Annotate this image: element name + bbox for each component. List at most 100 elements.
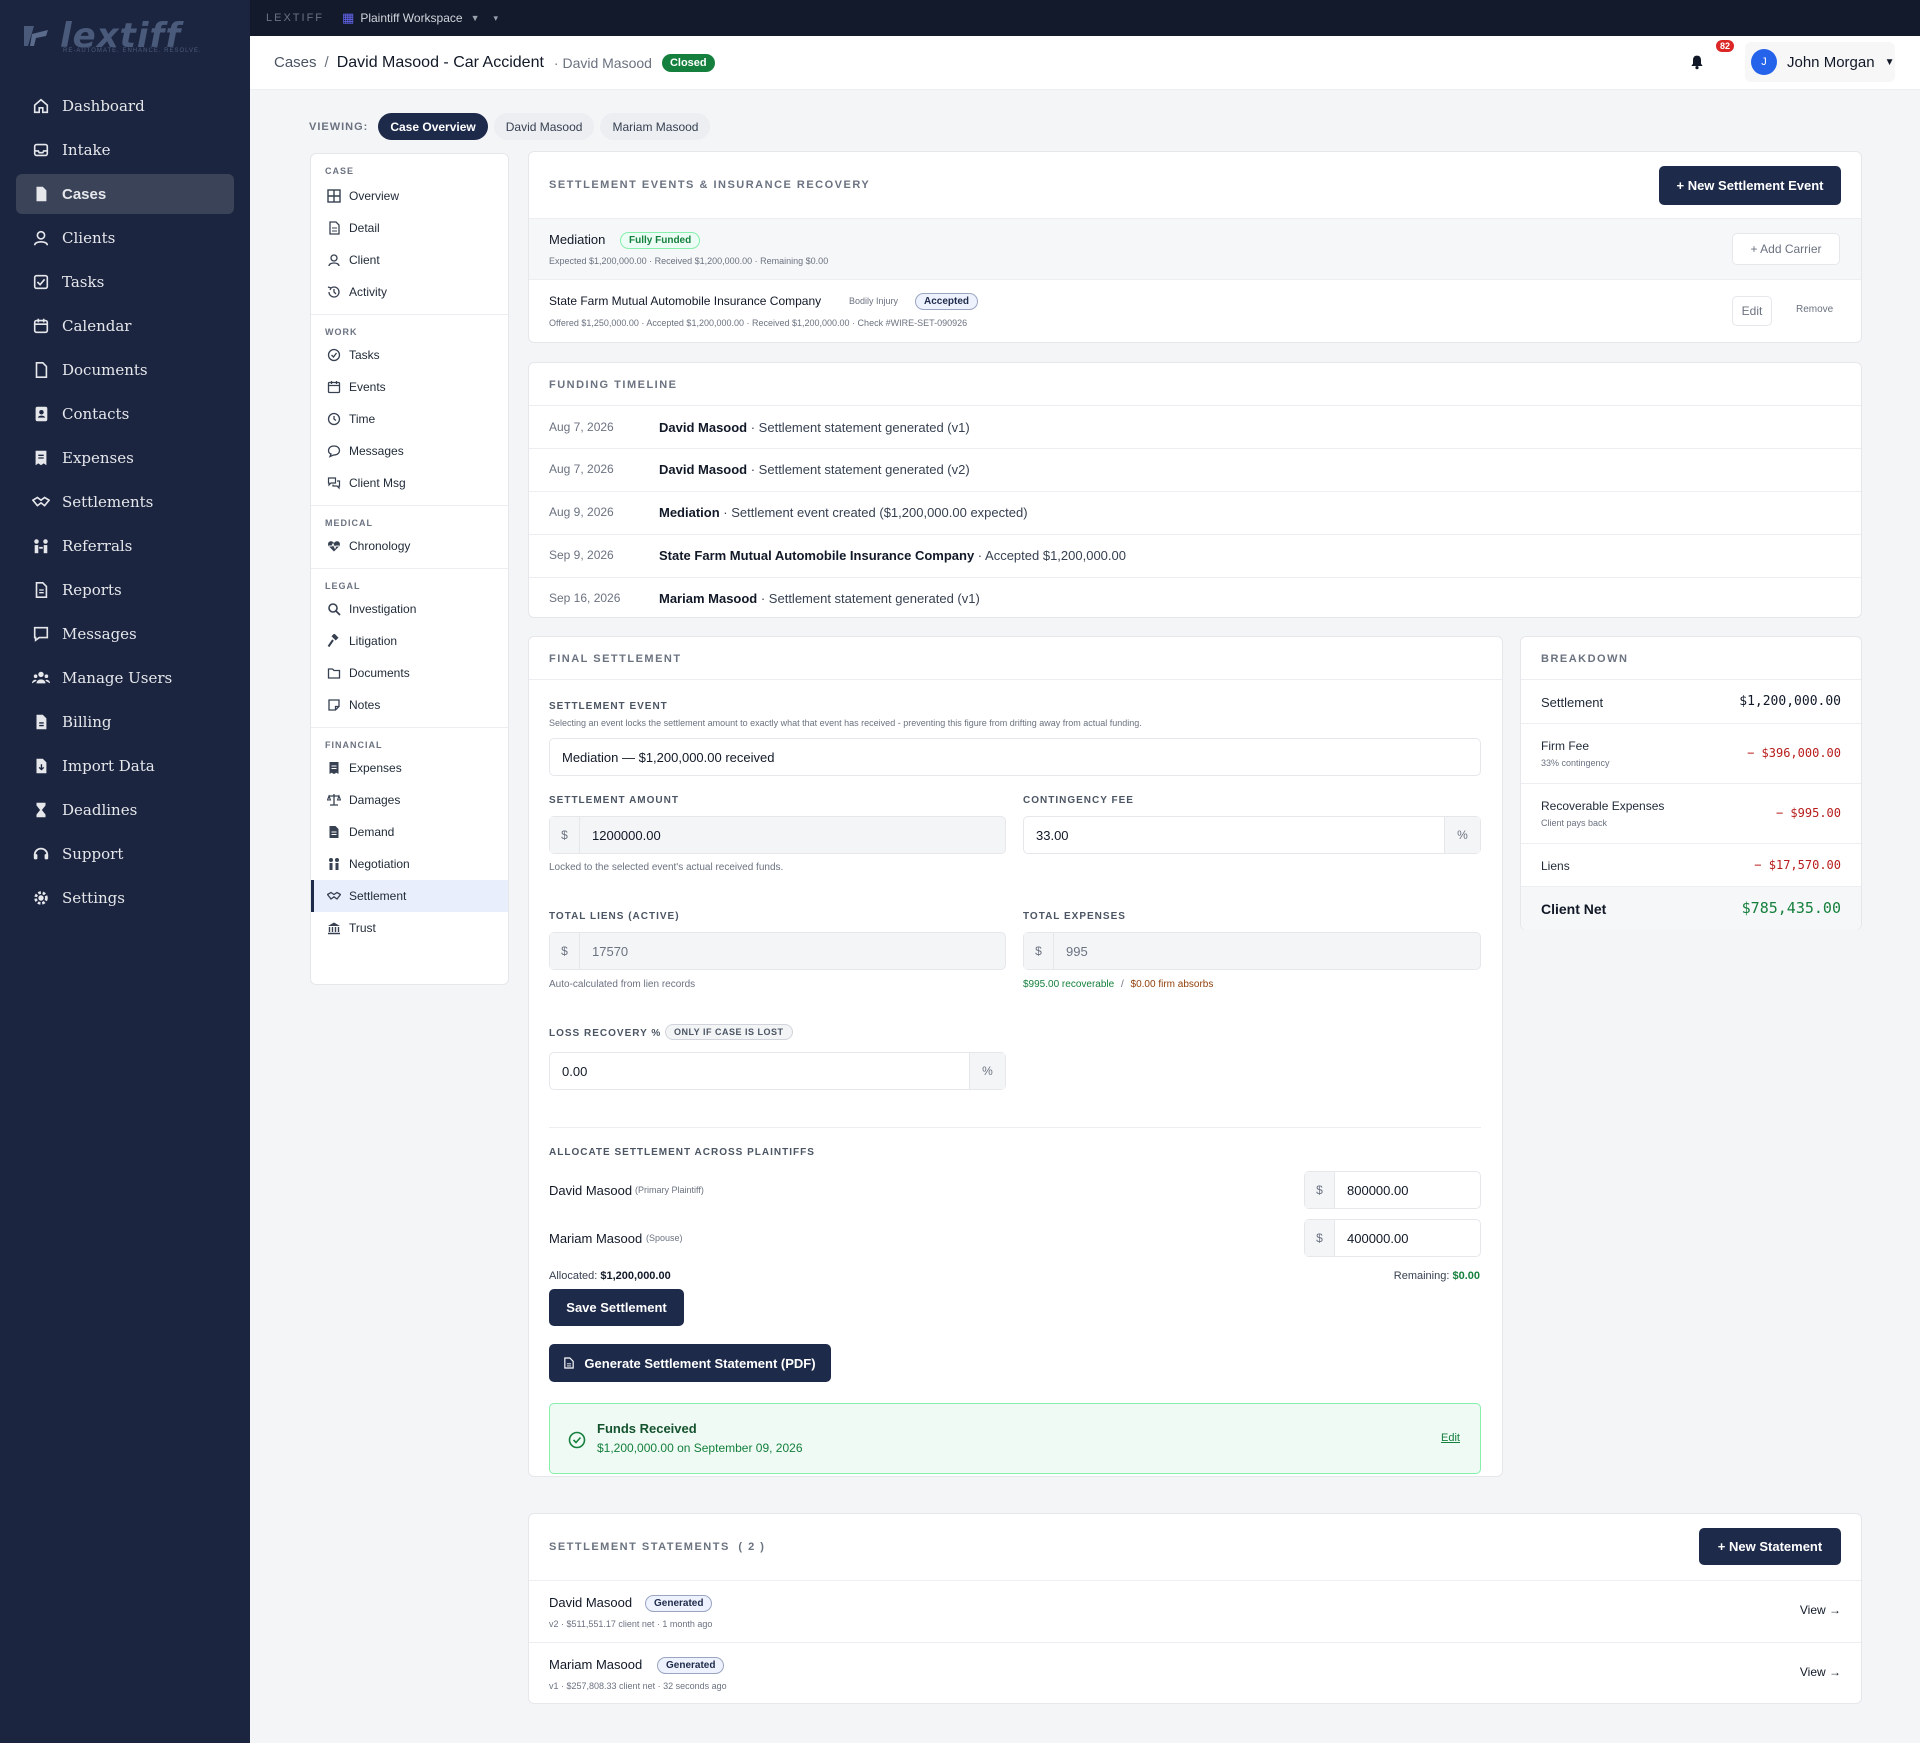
sidebar-item-manage-users[interactable]: Manage Users bbox=[16, 658, 234, 698]
case-nav-expenses[interactable]: Expenses bbox=[311, 752, 508, 784]
funds-edit-link[interactable]: Edit bbox=[1441, 1432, 1460, 1444]
case-nav-messages[interactable]: Messages bbox=[311, 435, 508, 467]
clock-icon bbox=[327, 412, 341, 426]
settlement-amount-field: $ 1200000.00 bbox=[549, 816, 1006, 854]
case-nav-events[interactable]: Events bbox=[311, 371, 508, 403]
sidebar-item-label: Tasks bbox=[62, 273, 105, 291]
dollar-prefix: $ bbox=[550, 817, 580, 853]
case-nav-documents[interactable]: Documents bbox=[311, 657, 508, 689]
generate-pdf-label: Generate Settlement Statement (PDF) bbox=[584, 1355, 816, 1371]
sidebar-item-label: Manage Users bbox=[62, 669, 173, 687]
receipt-icon bbox=[32, 449, 50, 467]
plaintiff-role: (Primary Plaintiff) bbox=[635, 1185, 704, 1195]
remove-carrier-button[interactable]: Remove bbox=[1796, 304, 1833, 315]
add-carrier-button[interactable]: + Add Carrier bbox=[1732, 233, 1840, 265]
sidebar-item-referrals[interactable]: Referrals bbox=[16, 526, 234, 566]
timeline-text: David Masood · Settlement statement gene… bbox=[659, 420, 970, 435]
case-nav-negotiation[interactable]: Negotiation bbox=[311, 848, 508, 880]
breadcrumb-cases[interactable]: Cases bbox=[274, 54, 317, 71]
new-statement-button[interactable]: + New Statement bbox=[1699, 1528, 1841, 1565]
status-badge: Generated bbox=[645, 1595, 713, 1612]
case-nav-client-msg[interactable]: Client Msg bbox=[311, 467, 508, 499]
case-nav-client[interactable]: Client bbox=[311, 244, 508, 276]
case-nav-label: Overview bbox=[349, 189, 400, 203]
case-nav-section-medical: MEDICAL bbox=[325, 518, 373, 528]
new-settlement-event-button[interactable]: + New Settlement Event bbox=[1659, 166, 1841, 205]
breakdown-sublabel: Client pays back bbox=[1541, 818, 1608, 828]
save-settlement-button[interactable]: Save Settlement bbox=[549, 1289, 684, 1326]
pill-david-masood[interactable]: David Masood bbox=[493, 113, 595, 140]
case-nav-settlement[interactable]: Settlement bbox=[311, 880, 508, 912]
breakdown-label: Settlement bbox=[1541, 695, 1604, 710]
breakdown-label: Firm Fee bbox=[1541, 739, 1589, 753]
sidebar-item-label: Deadlines bbox=[62, 801, 138, 819]
user-menu[interactable]: J John Morgan ▼ bbox=[1745, 42, 1895, 82]
remaining-label: Remaining: bbox=[1393, 1270, 1450, 1282]
sidebar-item-tasks[interactable]: Tasks bbox=[16, 262, 234, 302]
sidebar-item-deadlines[interactable]: Deadlines bbox=[16, 790, 234, 830]
sidebar-item-documents[interactable]: Documents bbox=[16, 350, 234, 390]
case-nav-demand[interactable]: Demand bbox=[311, 816, 508, 848]
sidebar-item-support[interactable]: Support bbox=[16, 834, 234, 874]
sidebar-item-expenses[interactable]: Expenses bbox=[16, 438, 234, 478]
settlement-event-select[interactable]: Mediation — $1,200,000.00 received bbox=[549, 738, 1481, 776]
chevron-down-icon: ▾ bbox=[493, 12, 499, 23]
loss-recovery-field[interactable]: 0.00 % bbox=[549, 1052, 1006, 1090]
sidebar-item-messages[interactable]: Messages bbox=[16, 614, 234, 654]
brand-label: LEXTIFF bbox=[266, 12, 325, 24]
view-statement-link[interactable]: View → bbox=[1800, 1665, 1841, 1679]
sidebar-item-settlements[interactable]: Settlements bbox=[16, 482, 234, 522]
case-nav-detail[interactable]: Detail bbox=[311, 212, 508, 244]
generate-pdf-button[interactable]: Generate Settlement Statement (PDF) bbox=[549, 1344, 831, 1382]
pill-case-overview[interactable]: Case Overview bbox=[378, 113, 488, 140]
sidebar-item-dashboard[interactable]: Dashboard bbox=[16, 86, 234, 126]
case-nav-trust[interactable]: Trust bbox=[311, 912, 508, 944]
case-nav-activity[interactable]: Activity bbox=[311, 276, 508, 308]
allocate-title: ALLOCATE SETTLEMENT ACROSS PLAINTIFFS bbox=[549, 1147, 815, 1158]
sidebar-item-contacts[interactable]: Contacts bbox=[16, 394, 234, 434]
allocation-input[interactable]: $ 400000.00 bbox=[1304, 1219, 1481, 1257]
workspace-switcher[interactable]: ▦ Plaintiff Workspace ▼ ▾ bbox=[342, 10, 498, 26]
case-nav-notes[interactable]: Notes bbox=[311, 689, 508, 721]
sidebar-item-label: Messages bbox=[62, 625, 137, 643]
funds-title: Funds Received bbox=[597, 1421, 697, 1436]
view-statement-link[interactable]: View → bbox=[1800, 1603, 1841, 1617]
sidebar-item-label: Import Data bbox=[62, 757, 155, 775]
notifications-button[interactable] bbox=[1680, 46, 1714, 80]
case-nav-overview[interactable]: Overview bbox=[311, 180, 508, 212]
timeline-desc: · Settlement statement generated (v2) bbox=[747, 462, 970, 477]
case-nav-damages[interactable]: Damages bbox=[311, 784, 508, 816]
case-nav-litigation[interactable]: Litigation bbox=[311, 625, 508, 657]
case-nav-tasks[interactable]: Tasks bbox=[311, 339, 508, 371]
sidebar-item-intake[interactable]: Intake bbox=[16, 130, 234, 170]
sidebar-item-settings[interactable]: Settings bbox=[16, 878, 234, 918]
case-nav-chronology[interactable]: Chronology bbox=[311, 530, 508, 562]
people-arrows-icon bbox=[32, 537, 50, 555]
case-nav-time[interactable]: Time bbox=[311, 403, 508, 435]
timeline-actor: State Farm Mutual Automobile Insurance C… bbox=[659, 548, 975, 563]
allocation-input[interactable]: $ 800000.00 bbox=[1304, 1171, 1481, 1209]
sidebar-item-label: Documents bbox=[62, 361, 148, 379]
sidebar-item-label: Referrals bbox=[62, 537, 133, 555]
breakdown-label: Liens bbox=[1541, 859, 1570, 873]
contingency-fee-field[interactable]: 33.00 % bbox=[1023, 816, 1481, 854]
sidebar-item-label: Settlements bbox=[62, 493, 154, 511]
timeline-row: Sep 9, 2026 State Farm Mutual Automobile… bbox=[529, 535, 1861, 577]
edit-carrier-button[interactable]: Edit bbox=[1732, 296, 1772, 326]
sidebar-item-cases[interactable]: Cases bbox=[16, 174, 234, 214]
remaining-value: $0.00 bbox=[1452, 1270, 1480, 1282]
sidebar-item-calendar[interactable]: Calendar bbox=[16, 306, 234, 346]
case-nav-label: Notes bbox=[349, 698, 381, 712]
checklist-icon bbox=[32, 273, 50, 291]
timeline-actor: Mariam Masood bbox=[659, 591, 758, 606]
sidebar-item-clients[interactable]: Clients bbox=[16, 218, 234, 258]
section-title: FUNDING TIMELINE bbox=[549, 379, 678, 391]
sidebar-item-reports[interactable]: Reports bbox=[16, 570, 234, 610]
grid-icon bbox=[327, 189, 341, 203]
pill-mariam-masood[interactable]: Mariam Masood bbox=[600, 113, 711, 140]
statement-name: Mariam Masood bbox=[549, 1657, 643, 1672]
case-nav: CASE Overview Detail Client Activity WOR… bbox=[310, 153, 509, 985]
sidebar-item-import-data[interactable]: Import Data bbox=[16, 746, 234, 786]
sidebar-item-billing[interactable]: Billing bbox=[16, 702, 234, 742]
case-nav-investigation[interactable]: Investigation bbox=[311, 593, 508, 625]
